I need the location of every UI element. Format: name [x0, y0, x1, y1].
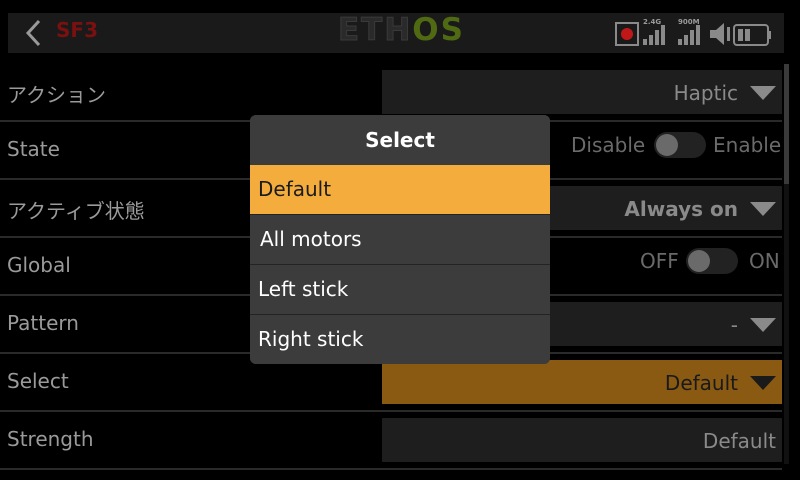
pattern-label: Pattern	[7, 311, 79, 335]
strength-label: Strength	[7, 427, 94, 451]
select-label: Select	[7, 369, 69, 393]
strength-value: Default	[702, 429, 776, 453]
select-value: Default	[664, 371, 738, 395]
toggle-knob	[688, 250, 710, 272]
signal-900m-icon	[678, 25, 700, 45]
pattern-value: -	[730, 313, 738, 337]
state-toggle[interactable]	[654, 132, 706, 158]
select-dropdown[interactable]: Default	[382, 360, 782, 404]
action-value: Haptic	[673, 81, 738, 105]
scrollbar[interactable]	[784, 64, 789, 464]
toggle-knob	[656, 134, 678, 156]
option-default[interactable]: Default	[250, 165, 550, 215]
battery-icon	[733, 24, 771, 46]
dropdown-arrow-icon	[750, 202, 776, 216]
volume-icon	[710, 23, 730, 45]
ethos-logo: ETHOS	[337, 12, 465, 49]
signal-900m-label: 900M	[678, 18, 700, 26]
dropdown-arrow-icon	[750, 86, 776, 100]
global-label: Global	[7, 253, 71, 277]
dropdown-arrow-icon	[750, 376, 776, 390]
global-toggle[interactable]	[686, 248, 738, 274]
global-off-label: OFF	[640, 249, 679, 273]
status-icons: 2.4G 900M	[612, 16, 787, 50]
dropdown-arrow-icon	[750, 318, 776, 332]
global-on-label: ON	[749, 249, 780, 273]
active-condition-label: アクティブ状態	[7, 199, 145, 223]
state-label: State	[7, 137, 60, 161]
top-bar: SF3 ETHOS 2.4G 900M	[0, 0, 800, 62]
record-icon	[615, 22, 639, 46]
active-condition-value: Always on	[624, 197, 738, 221]
back-button[interactable]	[18, 16, 52, 50]
dialog-title: Select	[250, 115, 550, 165]
option-right-stick[interactable]: Right stick	[250, 315, 550, 364]
action-label: アクション	[7, 83, 106, 107]
strength-field[interactable]: Default	[382, 418, 782, 462]
row-strength: Strength Default	[0, 412, 800, 470]
signal-2g4-label: 2.4G	[643, 18, 662, 26]
state-on-label: Enable	[713, 133, 782, 157]
action-dropdown[interactable]: Haptic	[382, 70, 782, 114]
chevron-left-icon	[25, 19, 41, 47]
signal-2g4-icon	[643, 25, 665, 45]
divider	[0, 468, 782, 470]
select-dialog: Select Default All motors Left stick Rig…	[250, 115, 550, 364]
scrollbar-thumb[interactable]	[784, 64, 789, 184]
option-left-stick[interactable]: Left stick	[250, 265, 550, 315]
row-action: アクション Haptic	[0, 64, 800, 122]
state-off-label: Disable	[571, 133, 646, 157]
page-title: SF3	[56, 18, 98, 42]
option-all-motors[interactable]: All motors	[250, 215, 550, 265]
